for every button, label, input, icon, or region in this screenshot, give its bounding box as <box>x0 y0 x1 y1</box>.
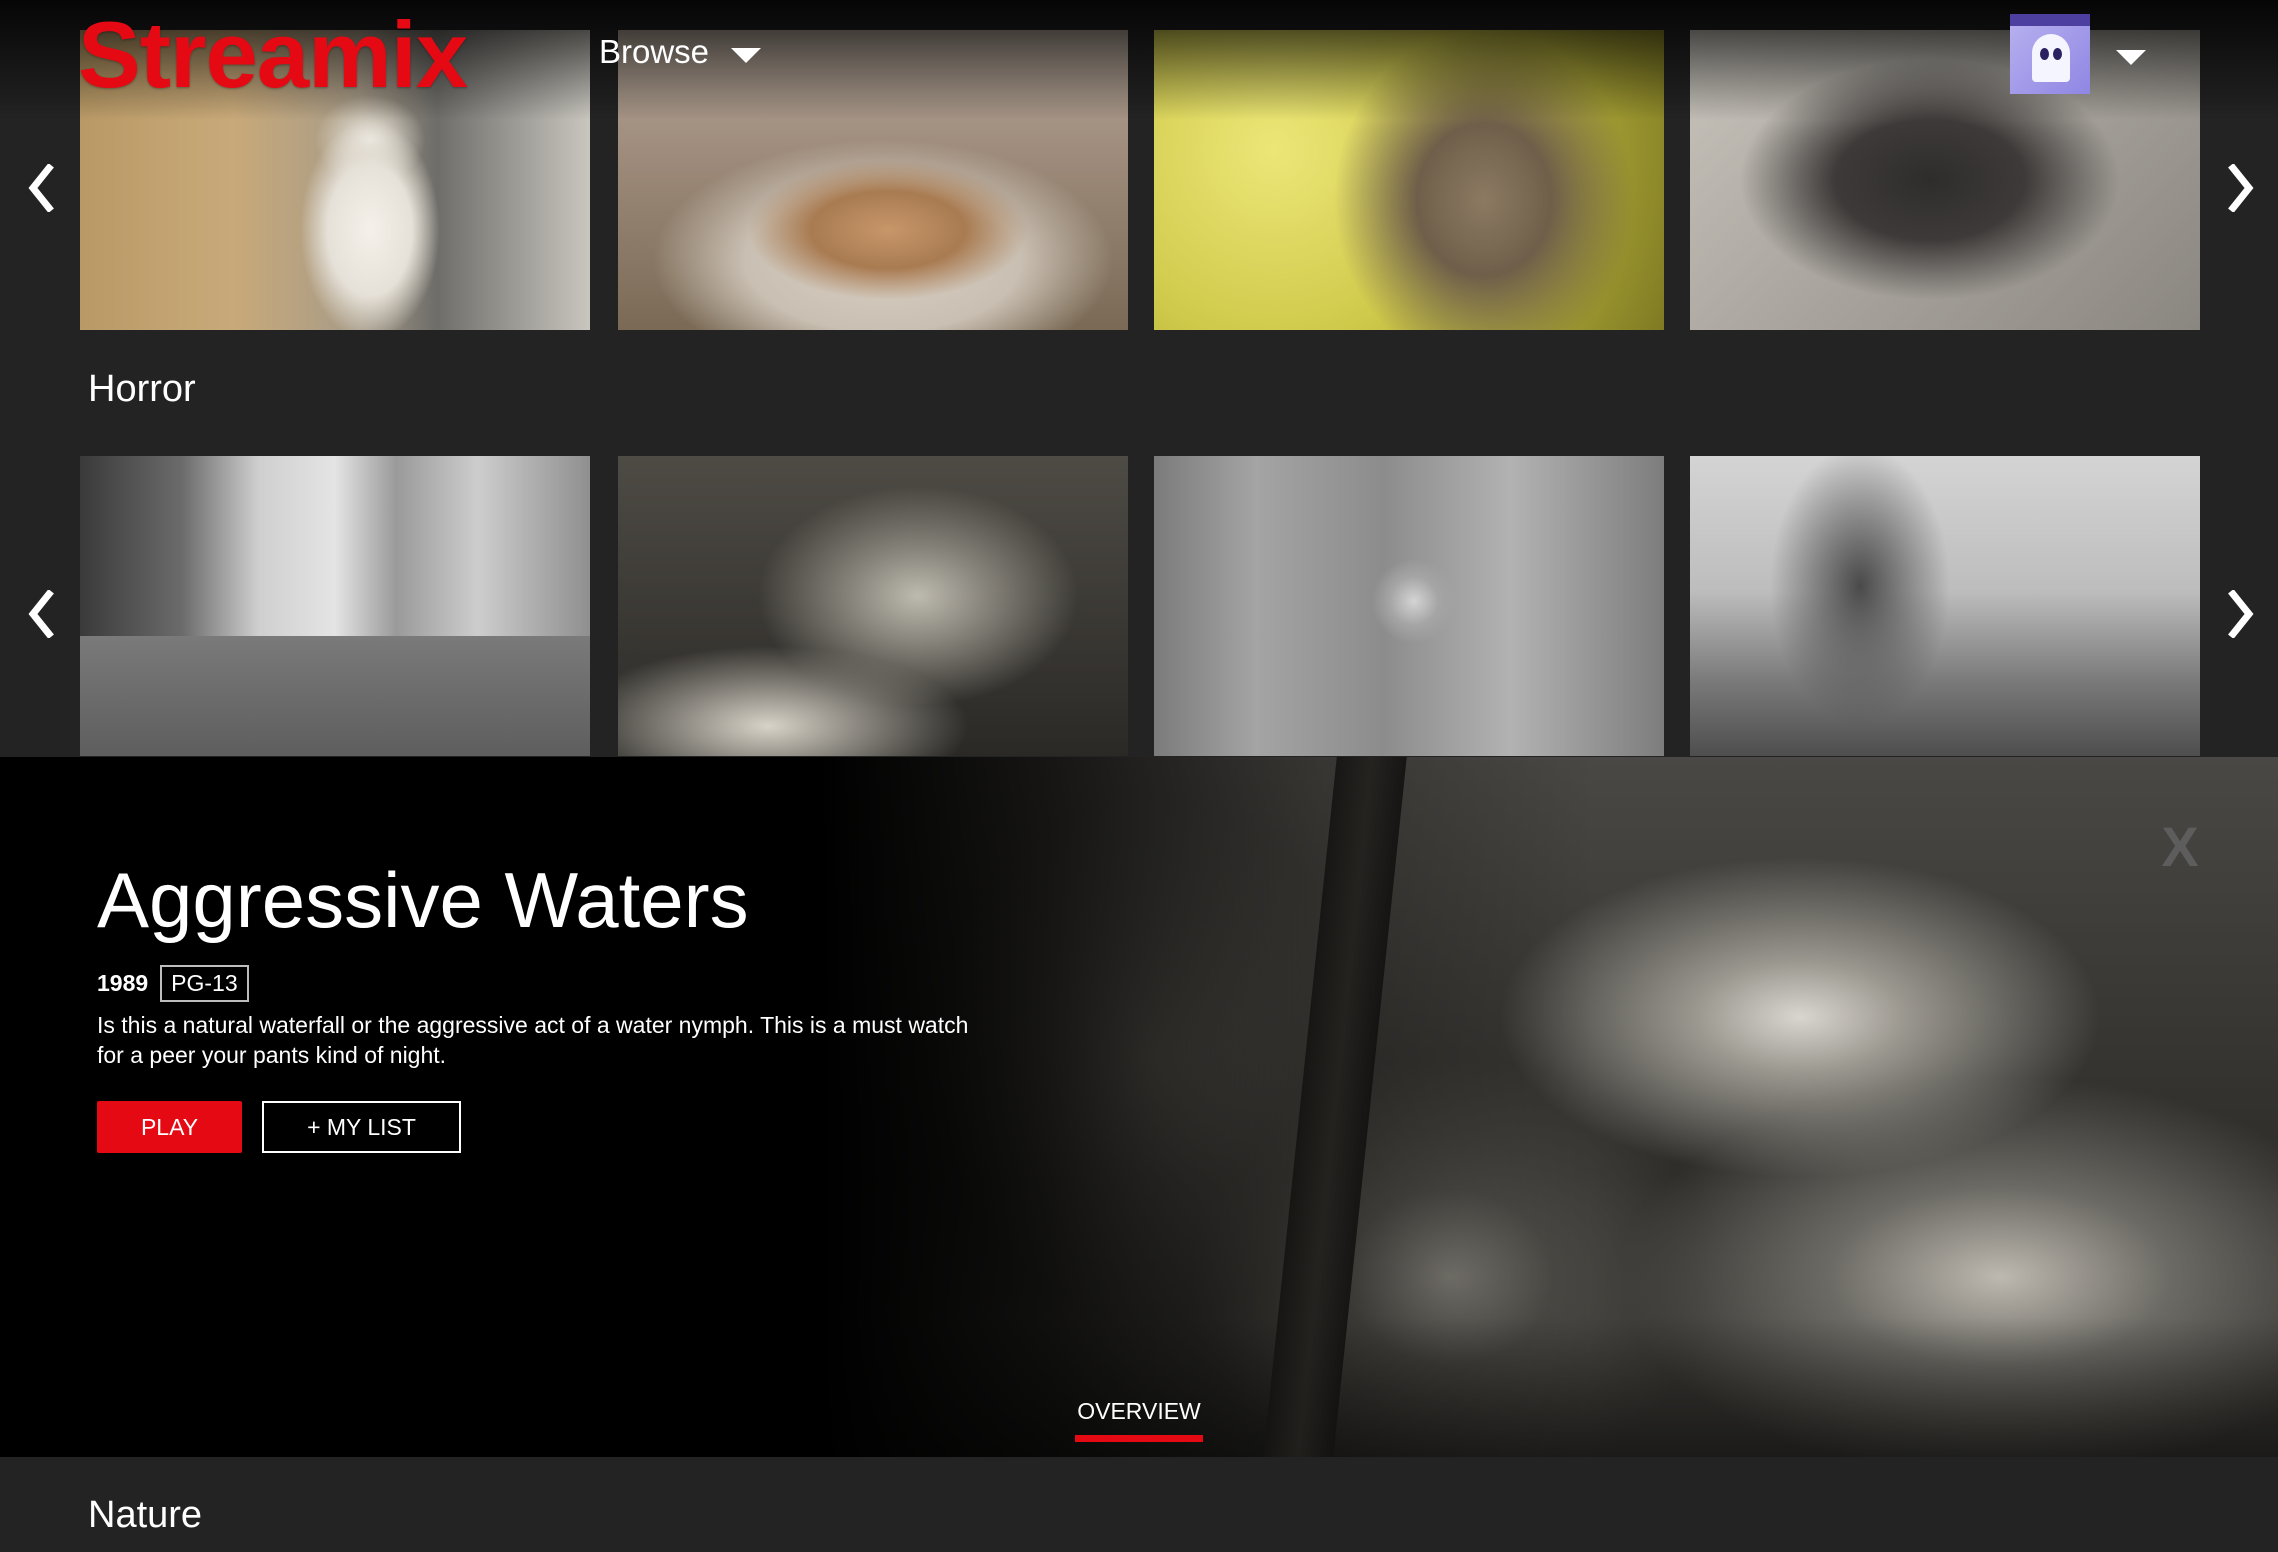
browse-menu[interactable]: Browse <box>599 30 762 74</box>
feature-description: Is this a natural waterfall or the aggre… <box>97 1012 969 1068</box>
feature-year: 1989 <box>97 970 149 996</box>
ghost-avatar-icon <box>2010 14 2090 94</box>
tab-active-indicator <box>1075 1435 1203 1442</box>
streamix-logo[interactable]: Streamix <box>78 4 468 106</box>
streamix-app: Streamix Browse Horror X Aggressive Wate… <box>0 0 2278 1552</box>
profile-menu[interactable] <box>2010 14 2146 94</box>
row-title-nature: Nature <box>88 1494 203 1536</box>
row2-tile-3[interactable] <box>1154 456 1664 756</box>
chevron-down-icon <box>731 47 762 63</box>
tab-overview-label: OVERVIEW <box>1077 1398 1201 1424</box>
add-to-my-list-button[interactable]: + MY LIST <box>262 1101 461 1153</box>
row-title-horror: Horror <box>88 368 196 410</box>
row1-tile-2[interactable] <box>618 30 1128 330</box>
feature-title: Aggressive Waters <box>97 856 749 944</box>
close-icon[interactable]: X <box>2150 817 2210 877</box>
row2-next-arrow-icon[interactable] <box>2216 574 2266 654</box>
row2-tile-4[interactable] <box>1690 456 2200 756</box>
row2-tile-1[interactable] <box>80 456 590 756</box>
chevron-down-icon <box>2116 49 2146 65</box>
play-button[interactable]: PLAY <box>97 1101 242 1153</box>
row1-next-arrow-icon[interactable] <box>2216 148 2266 228</box>
row2-tile-2[interactable] <box>618 456 1128 756</box>
browse-label: Browse <box>599 33 710 70</box>
row1-prev-arrow-icon[interactable] <box>16 148 66 228</box>
feature-meta: 1989 PG-13 <box>97 965 249 1002</box>
row2-prev-arrow-icon[interactable] <box>16 574 66 654</box>
feature-detail-panel: X Aggressive Waters 1989 PG-13 Is this a… <box>0 757 2278 1457</box>
tab-overview[interactable]: OVERVIEW <box>1060 1397 1218 1453</box>
row1-tile-3[interactable] <box>1154 30 1664 330</box>
rating-badge: PG-13 <box>160 965 249 1002</box>
